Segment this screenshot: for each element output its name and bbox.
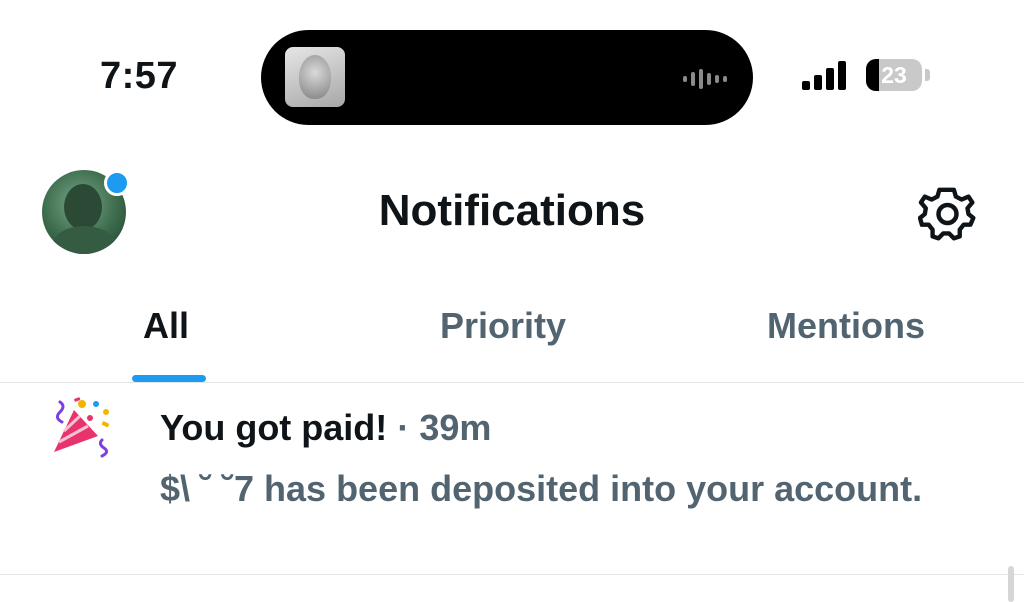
- audio-waveform-icon: [683, 68, 727, 90]
- notification-body[interactable]: $\ ˘ ˘7 has been deposited into your acc…: [160, 464, 940, 514]
- title-separator: ·: [397, 407, 410, 448]
- battery-percent: 23: [881, 62, 907, 88]
- status-time: 7:57: [100, 55, 179, 97]
- party-popper-icon: [54, 397, 110, 458]
- dynamic-island[interactable]: [261, 30, 753, 125]
- tab-all[interactable]: All: [143, 305, 189, 347]
- page-title: Notifications: [378, 186, 646, 235]
- tab-priority[interactable]: Priority: [440, 305, 566, 347]
- notification-title: You got paid!: [160, 407, 388, 448]
- gear-icon[interactable]: [918, 184, 978, 244]
- live-activity-thumbnail: [285, 47, 345, 107]
- active-tab-indicator: [132, 375, 206, 382]
- cellular-signal-icon: [802, 60, 850, 90]
- scrollbar-thumb[interactable]: [1008, 566, 1014, 602]
- list-divider: [0, 574, 1024, 575]
- notification-time: 39m: [419, 407, 492, 448]
- notification-title-row[interactable]: You got paid! · 39m: [160, 407, 491, 449]
- battery-icon: 23: [866, 59, 922, 91]
- tabs-divider: [0, 382, 1024, 383]
- battery-tip: [925, 69, 930, 81]
- tab-mentions[interactable]: Mentions: [767, 305, 925, 347]
